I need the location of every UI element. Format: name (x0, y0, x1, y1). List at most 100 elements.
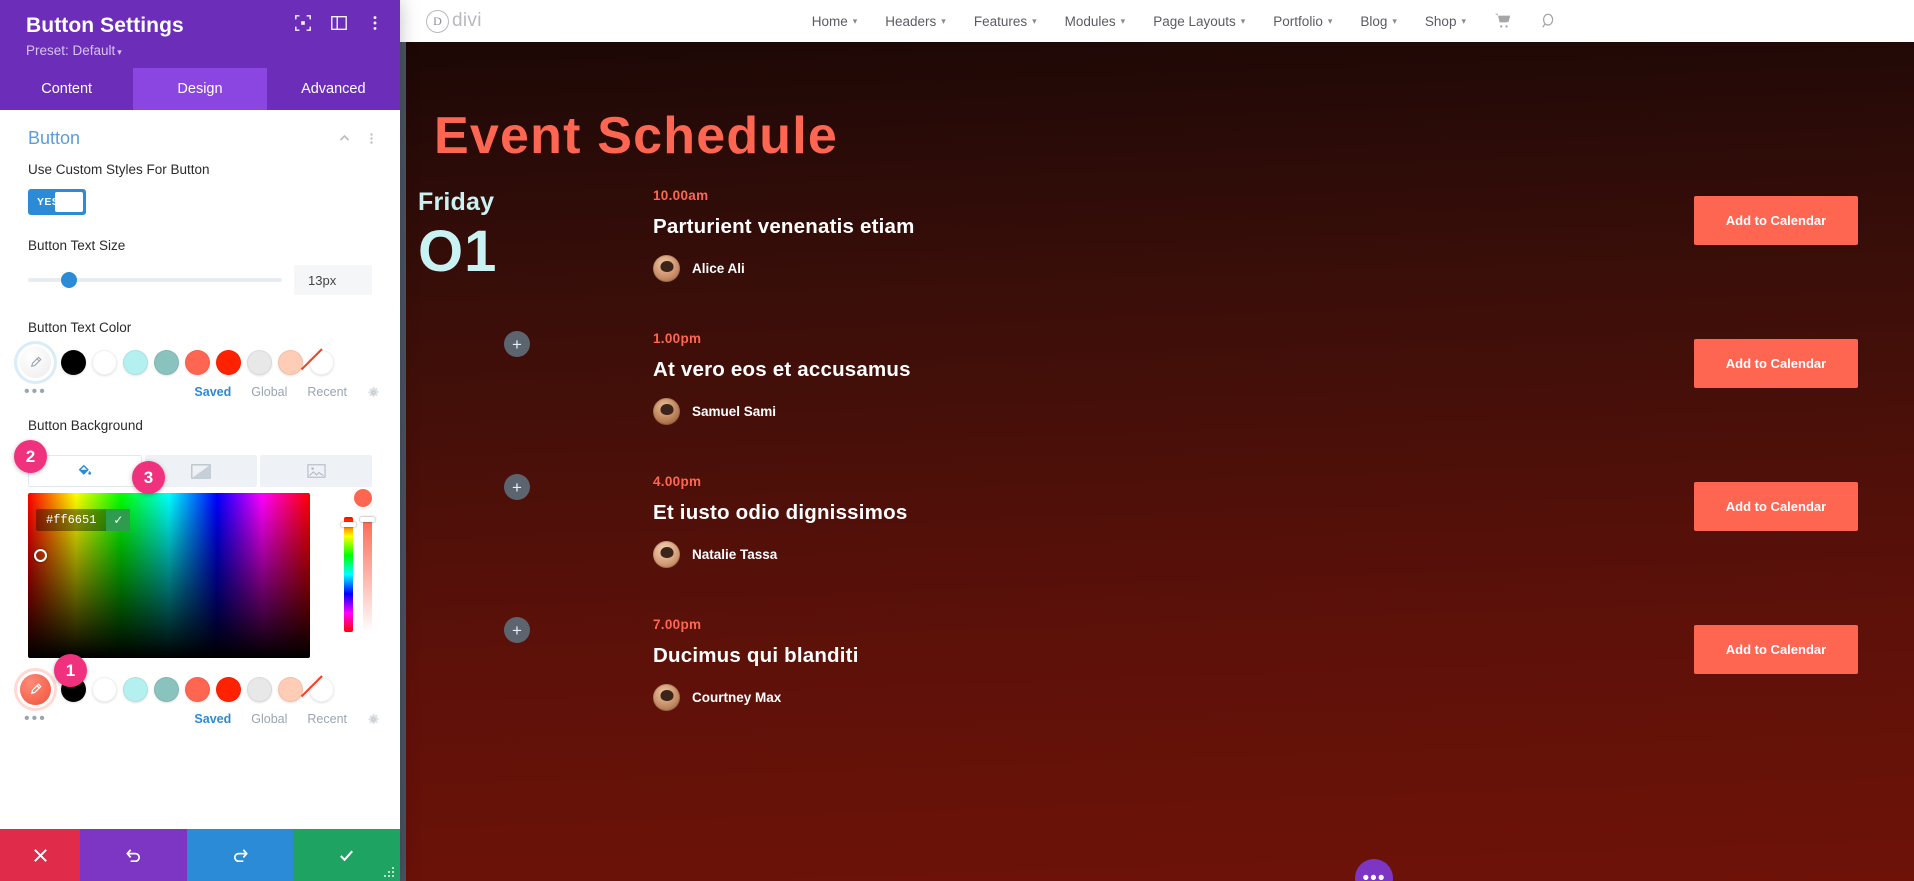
bg-swatch-light-gray[interactable] (247, 677, 272, 702)
text-size-slider[interactable] (28, 272, 282, 288)
nav-item-home[interactable]: Home ▾ (812, 14, 858, 29)
alpha-slider[interactable] (360, 517, 375, 632)
more-colors-icon[interactable]: ••• (24, 384, 47, 400)
swatch-light-cyan[interactable] (123, 350, 148, 375)
undo-button[interactable] (80, 829, 187, 881)
bg-swatch-coral[interactable] (185, 677, 210, 702)
nav-label: Headers (885, 13, 937, 29)
add-to-calendar-button[interactable]: Add to Calendar (1694, 482, 1858, 531)
module-actions-icon[interactable]: ••• (1355, 859, 1393, 881)
alpha-handle[interactable] (360, 517, 375, 522)
slider-handle[interactable] (61, 272, 78, 288)
text-color-swatch-row (0, 347, 400, 378)
bg-color-tab-saved[interactable]: Saved (194, 712, 231, 726)
bg-swatch-teal[interactable] (154, 677, 179, 702)
chevron-up-icon[interactable] (338, 132, 351, 145)
panel-resize-divider[interactable] (400, 42, 406, 881)
tab-advanced[interactable]: Advanced (267, 68, 400, 110)
bg-tab-image[interactable] (260, 455, 372, 487)
preset-selector[interactable]: Preset: Default ▾ (26, 43, 380, 58)
avatar (653, 684, 680, 711)
bg-gear-icon[interactable] (367, 713, 380, 726)
tab-content[interactable]: Content (0, 68, 133, 110)
nav-item-modules[interactable]: Modules ▾ (1065, 14, 1126, 29)
preset-label: Preset: Default (26, 43, 116, 58)
nav-item-page-layouts[interactable]: Page Layouts ▾ (1153, 14, 1245, 29)
event-action: Add to Calendar (1121, 188, 1898, 331)
nav-item-shop[interactable]: Shop ▾ (1425, 14, 1466, 29)
bg-swatch-light-cyan[interactable] (123, 677, 148, 702)
background-color-source-tabs: Saved Global Recent (194, 712, 380, 726)
chevron-down-icon: ▾ (852, 15, 858, 26)
redo-button[interactable] (186, 829, 294, 881)
nav-item-headers[interactable]: Headers ▾ (885, 14, 946, 29)
color-tab-global[interactable]: Global (251, 385, 287, 399)
nav-item-blog[interactable]: Blog ▾ (1360, 14, 1397, 29)
hex-input[interactable]: #ff6651 (36, 509, 106, 531)
event-time: 1.00pm (653, 331, 702, 346)
nav-label: Shop (1424, 13, 1457, 29)
color-tab-saved[interactable]: Saved (194, 385, 231, 399)
cart-icon[interactable] (1494, 12, 1512, 30)
gear-icon[interactable] (367, 386, 380, 399)
expand-icon[interactable] (294, 14, 312, 32)
custom-styles-label: Use Custom Styles For Button (28, 162, 210, 177)
close-button[interactable] (0, 829, 80, 881)
bg-swatch-peach[interactable] (278, 677, 303, 702)
bg-color-tab-recent[interactable]: Recent (307, 712, 347, 726)
text-size-input[interactable]: 13px (294, 265, 372, 295)
split-view-icon[interactable] (330, 14, 348, 32)
bg-swatch-red[interactable] (216, 677, 241, 702)
add-module-button[interactable]: + (504, 474, 530, 500)
hue-alpha-sliders (341, 493, 375, 632)
event-title: Et iusto odio dignissimos (653, 501, 908, 524)
event-title: Ducimus qui blanditi (653, 644, 859, 667)
swatch-white[interactable] (92, 350, 117, 375)
bg-more-colors-icon[interactable]: ••• (24, 711, 47, 727)
event-details: 10.00am Parturient venenatis etiam Alice… (653, 188, 1121, 331)
resize-handle[interactable] (382, 865, 396, 879)
logo-mark: D (426, 9, 449, 33)
swatch-teal[interactable] (154, 350, 179, 375)
text-color-eyedropper-icon[interactable] (20, 347, 51, 378)
swatch-black[interactable] (61, 350, 86, 375)
divi-logo[interactable]: D divi (426, 9, 482, 33)
nav-item-portfolio[interactable]: Portfolio ▾ (1273, 14, 1332, 29)
add-to-calendar-button[interactable]: Add to Calendar (1694, 625, 1858, 674)
event-details: 1.00pm At vero eos et accusamus Samuel S… (653, 331, 1121, 474)
hue-handle[interactable] (341, 522, 356, 527)
hex-confirm-button[interactable]: ✓ (106, 509, 131, 531)
event-time: 10.00am (653, 188, 709, 203)
add-module-button[interactable]: + (504, 331, 530, 357)
swatch-peach[interactable] (278, 350, 303, 375)
swatch-light-gray[interactable] (247, 350, 272, 375)
hue-slider[interactable] (341, 517, 356, 632)
bg-swatch-transparent[interactable] (309, 677, 334, 702)
search-icon[interactable] (1540, 12, 1558, 30)
event-speaker: Courtney Max (653, 684, 1121, 711)
section-more-vertical-icon[interactable] (365, 132, 378, 145)
tab-design[interactable]: Design (133, 68, 267, 110)
bg-color-tab-global[interactable]: Global (251, 712, 287, 726)
saturation-value-area[interactable]: #ff6651 ✓ (28, 493, 310, 658)
background-type-tabs (0, 445, 400, 487)
nav-label: Home (811, 13, 848, 29)
background-eyedropper-icon[interactable] (20, 674, 51, 705)
nav-item-features[interactable]: Features ▾ (974, 14, 1037, 29)
event-details: 7.00pm Ducimus qui blanditi Courtney Max (653, 617, 1121, 760)
add-to-calendar-button[interactable]: Add to Calendar (1694, 339, 1858, 388)
more-vertical-icon[interactable] (366, 14, 384, 32)
bg-swatch-white[interactable] (92, 677, 117, 702)
day-column: + (418, 331, 653, 474)
add-module-button[interactable]: + (504, 617, 530, 643)
nav-label: Features (973, 13, 1028, 29)
day-column: Friday O1 (418, 188, 653, 331)
text-size-label: Button Text Size (28, 238, 126, 253)
swatch-coral[interactable] (185, 350, 210, 375)
saturation-handle[interactable] (33, 549, 47, 563)
custom-styles-toggle[interactable]: YES (28, 189, 86, 215)
swatch-transparent[interactable] (309, 350, 334, 375)
add-to-calendar-button[interactable]: Add to Calendar (1694, 196, 1858, 245)
swatch-red[interactable] (216, 350, 241, 375)
color-tab-recent[interactable]: Recent (307, 385, 347, 399)
